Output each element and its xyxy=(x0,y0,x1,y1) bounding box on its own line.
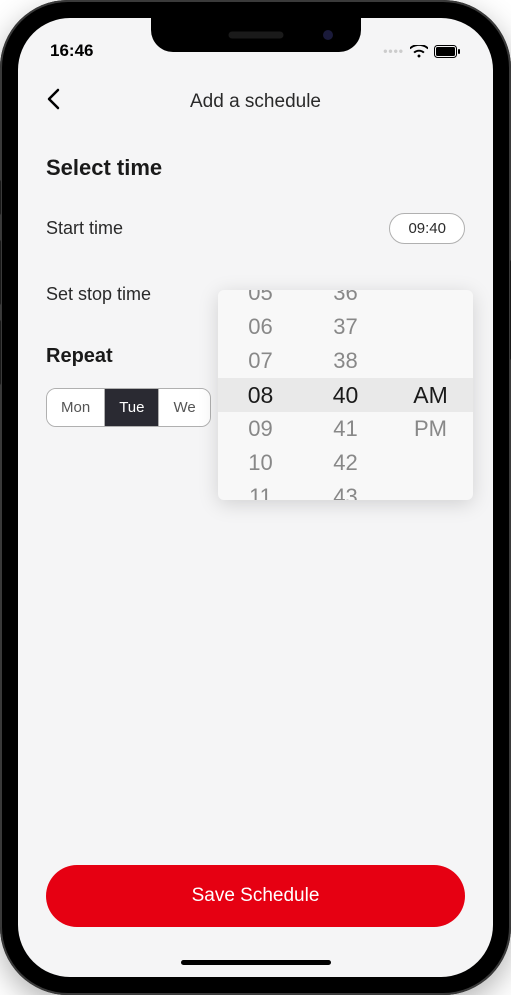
period-option-pm[interactable]: PM xyxy=(414,412,447,446)
section-title: Select time xyxy=(46,155,465,181)
minute-option[interactable]: 37 xyxy=(333,310,357,344)
hour-option-selected[interactable]: 08 xyxy=(248,378,274,412)
hour-option[interactable]: 05 xyxy=(248,290,272,310)
period-option-am[interactable]: AM xyxy=(413,378,448,412)
minute-option[interactable]: 42 xyxy=(333,446,357,480)
start-time-label: Start time xyxy=(46,218,123,239)
hour-option[interactable]: 06 xyxy=(248,310,272,344)
battery-icon xyxy=(434,45,461,58)
back-button[interactable] xyxy=(46,86,60,117)
notch xyxy=(151,18,361,52)
home-indicator[interactable] xyxy=(181,960,331,965)
save-schedule-button[interactable]: Save Schedule xyxy=(46,865,465,927)
hour-column[interactable]: 04 05 06 07 08 09 10 11 12 xyxy=(218,290,303,500)
screen: 16:46 •••• Add a schedule Select time St… xyxy=(18,18,493,977)
status-time: 16:46 xyxy=(50,41,93,61)
day-mon[interactable]: Mon xyxy=(47,389,105,426)
time-picker-popup[interactable]: 04 05 06 07 08 09 10 11 12 35 36 37 38 xyxy=(218,290,473,500)
page-title: Add a schedule xyxy=(190,91,321,113)
hour-option[interactable]: 10 xyxy=(248,446,272,480)
hour-option[interactable]: 07 xyxy=(248,344,272,378)
volume-up-button xyxy=(0,240,1,305)
start-time-value[interactable]: 09:40 xyxy=(389,213,465,244)
silent-switch xyxy=(0,180,1,215)
front-camera-icon xyxy=(323,30,333,40)
cellular-dots-icon: •••• xyxy=(383,44,404,58)
minute-option[interactable]: 41 xyxy=(333,412,357,446)
period-column[interactable]: AM PM xyxy=(388,290,473,500)
minute-option-selected[interactable]: 40 xyxy=(333,378,359,412)
nav-bar: Add a schedule xyxy=(18,68,493,139)
minute-option[interactable]: 36 xyxy=(333,290,357,310)
day-tue[interactable]: Tue xyxy=(105,389,159,426)
hour-option[interactable]: 11 xyxy=(249,480,272,500)
stop-time-label: Set stop time xyxy=(46,284,151,305)
start-time-row: Start time 09:40 xyxy=(46,213,465,244)
minute-column[interactable]: 35 36 37 38 40 41 42 43 44 xyxy=(303,290,388,500)
phone-frame: 16:46 •••• Add a schedule Select time St… xyxy=(0,0,511,995)
minute-option[interactable]: 38 xyxy=(333,344,357,378)
hour-option[interactable]: 09 xyxy=(248,412,272,446)
day-selector: Mon Tue We xyxy=(46,388,211,427)
minute-option[interactable]: 43 xyxy=(333,480,357,500)
volume-down-button xyxy=(0,320,1,385)
status-right: •••• xyxy=(383,44,461,58)
day-wed[interactable]: We xyxy=(159,389,209,426)
wifi-icon xyxy=(410,45,428,58)
